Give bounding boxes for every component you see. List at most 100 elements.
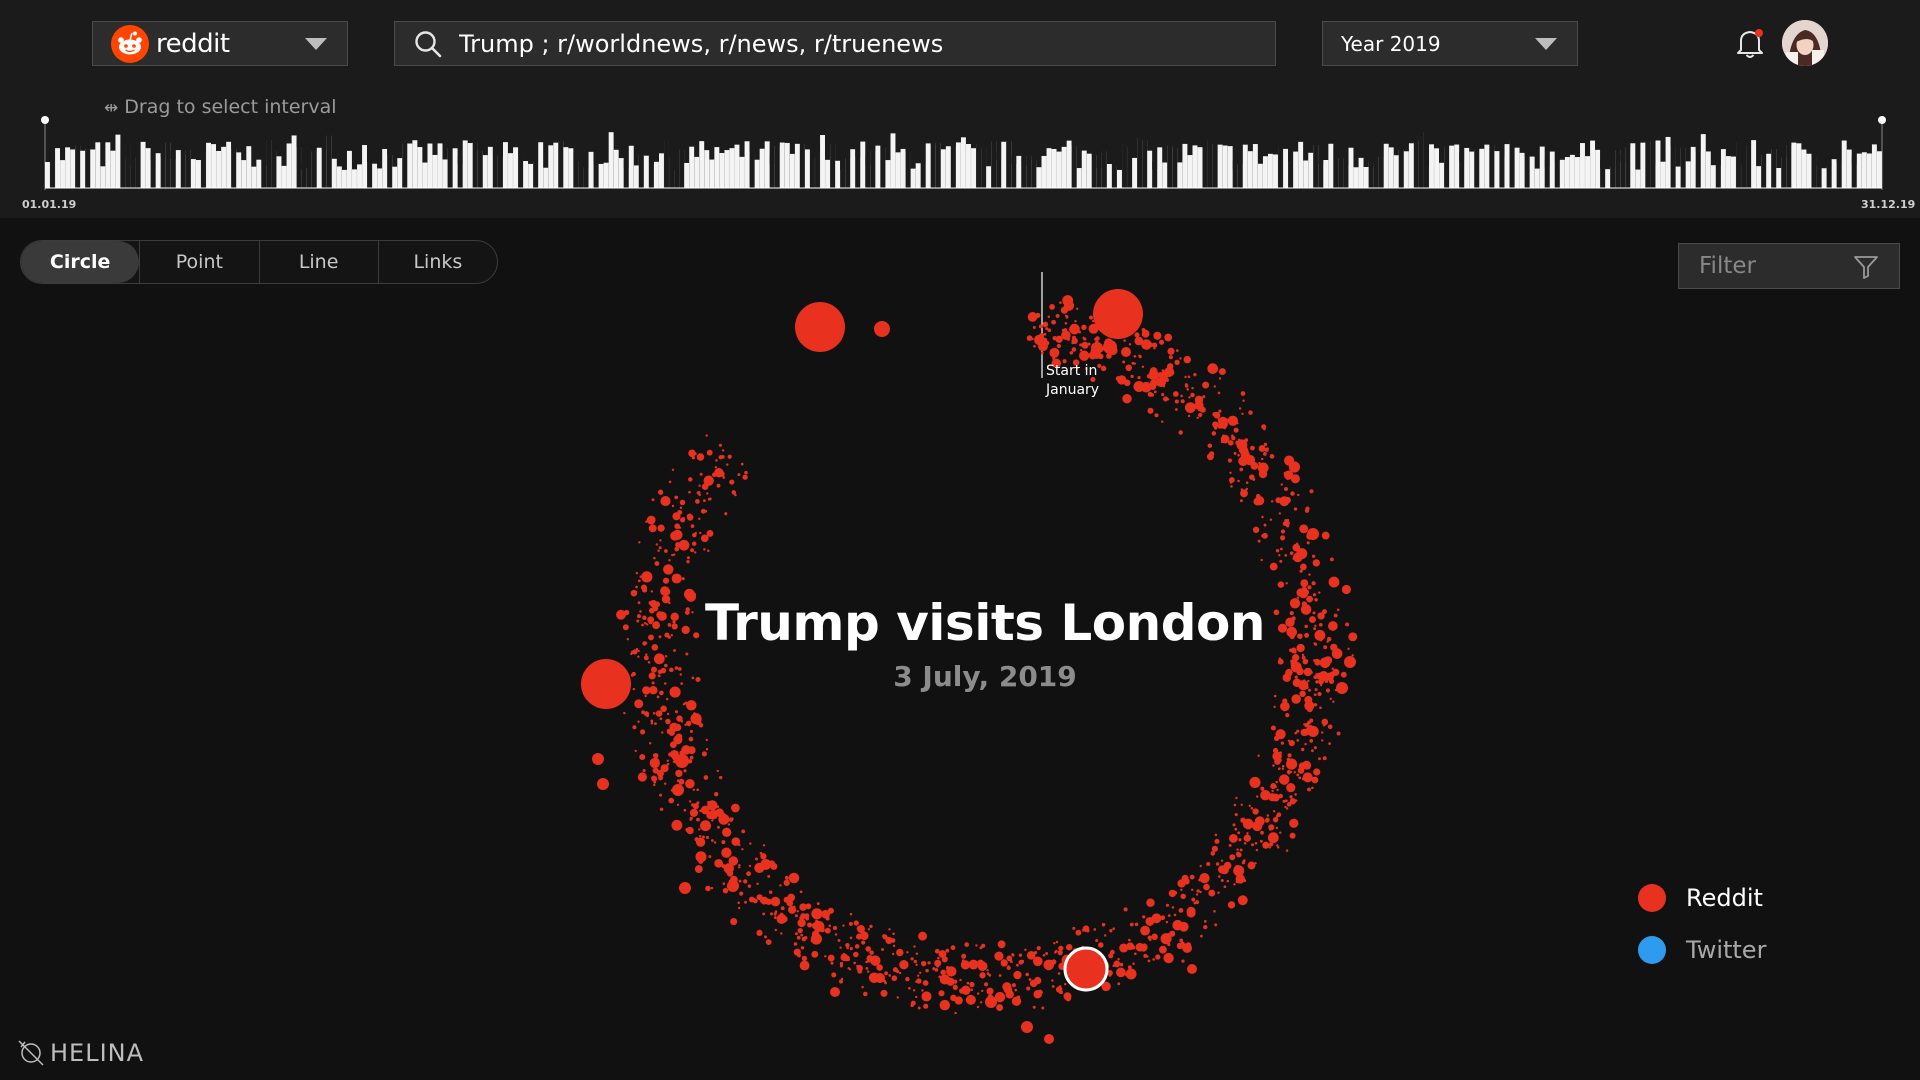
post-dot[interactable] [767,874,771,878]
post-dot[interactable] [1285,712,1290,718]
post-dot[interactable] [1064,322,1068,325]
post-dot[interactable] [1213,425,1218,430]
post-dot[interactable] [1180,888,1183,892]
post-dot[interactable] [731,803,740,813]
post-dot[interactable] [866,958,871,963]
post-dot[interactable] [1234,813,1238,817]
post-dot[interactable] [1138,354,1141,357]
post-dot[interactable] [1238,456,1248,467]
post-dot[interactable] [1051,353,1054,357]
post-dot[interactable] [1133,362,1137,365]
post-dot[interactable] [671,819,683,831]
post-dot[interactable] [1214,923,1218,927]
post-dot[interactable] [1116,967,1126,978]
post-dot[interactable] [986,987,994,995]
post-dot[interactable] [811,908,823,920]
post-dot[interactable] [1267,832,1279,844]
post-dot[interactable] [1095,938,1099,943]
post-dot[interactable] [1133,952,1137,956]
post-dot[interactable] [1252,820,1263,832]
post-dot[interactable] [653,783,656,787]
post-dot[interactable] [1273,694,1277,698]
post-dot[interactable] [1055,313,1060,318]
post-dot[interactable] [664,549,668,553]
post-dot[interactable] [1300,563,1307,571]
post-dot[interactable] [1104,934,1107,937]
post-dot[interactable] [737,473,741,477]
post-dot[interactable] [684,723,687,727]
post-dot[interactable] [961,953,967,959]
post-dot[interactable] [718,455,723,460]
post-dot[interactable] [711,819,714,822]
post-dot[interactable] [692,532,697,538]
post-dot[interactable] [1254,841,1258,845]
post-dot[interactable] [1304,695,1313,704]
post-dot[interactable] [1146,955,1149,958]
post-dot[interactable] [675,733,683,740]
post-dot[interactable] [685,720,692,727]
post-dot[interactable] [676,715,683,722]
post-dot[interactable] [834,933,838,936]
post-dot[interactable] [1199,864,1202,868]
post-dot[interactable] [1047,315,1051,319]
post-dot[interactable] [708,497,712,501]
post-dot[interactable] [726,870,734,877]
post-dot[interactable] [1193,373,1197,377]
post-dot[interactable] [1102,923,1105,927]
post-dot[interactable] [1311,786,1314,790]
post-dot[interactable] [1196,416,1199,420]
post-dot[interactable] [1122,360,1126,364]
post-dot[interactable] [741,829,746,834]
post-dot[interactable] [1121,347,1131,357]
post-dot[interactable] [650,722,654,725]
post-dot[interactable] [663,564,674,575]
post-dot[interactable] [663,782,667,785]
post-dot[interactable] [703,499,706,502]
post-dot[interactable] [1272,764,1275,767]
post-dot[interactable] [748,864,752,868]
post-dot[interactable] [1134,336,1144,346]
post-dot[interactable] [1306,706,1313,713]
post-dot[interactable] [941,956,948,963]
post-dot[interactable] [1219,865,1229,875]
post-dot[interactable] [1237,479,1240,483]
post-dot[interactable] [1313,768,1321,776]
post-dot[interactable] [699,472,703,476]
post-dot[interactable] [1043,959,1055,971]
post-dot[interactable] [917,1006,921,1010]
post-dot[interactable] [688,477,693,482]
post-dot[interactable] [1152,958,1155,961]
post-dot[interactable] [1268,842,1274,847]
post-dot[interactable] [1161,420,1164,423]
post-dot[interactable] [916,978,922,984]
post-dot[interactable] [1272,816,1279,823]
post-dot[interactable] [656,695,660,699]
post-dot[interactable] [1293,507,1298,511]
post-dot[interactable] [1141,365,1145,369]
post-dot[interactable] [1189,874,1195,880]
post-dot[interactable] [1260,786,1265,791]
post-dot[interactable] [801,936,807,942]
post-dot[interactable] [765,939,772,946]
post-dot[interactable] [1284,496,1291,504]
post-dot[interactable] [1079,350,1090,361]
post-dot[interactable] [1184,402,1196,414]
post-dot[interactable] [1195,403,1199,407]
post-dot[interactable] [1042,321,1049,328]
post-dot[interactable] [1152,342,1158,348]
post-dot[interactable] [1049,304,1055,310]
post-dot[interactable] [675,769,683,778]
post-dot[interactable] [1249,776,1261,788]
post-dot[interactable] [1042,954,1046,957]
post-dot[interactable] [1273,735,1280,742]
post-dot[interactable] [655,543,658,546]
post-dot[interactable] [1294,793,1297,796]
post-dot[interactable] [653,780,657,784]
post-dot[interactable] [1026,986,1031,991]
post-dot[interactable] [1163,952,1174,964]
post-dot[interactable] [1011,996,1022,1006]
post-dot[interactable] [1239,467,1244,472]
post-dot[interactable] [755,857,758,861]
post-dot[interactable] [1280,547,1283,551]
post-dot[interactable] [1055,940,1059,944]
